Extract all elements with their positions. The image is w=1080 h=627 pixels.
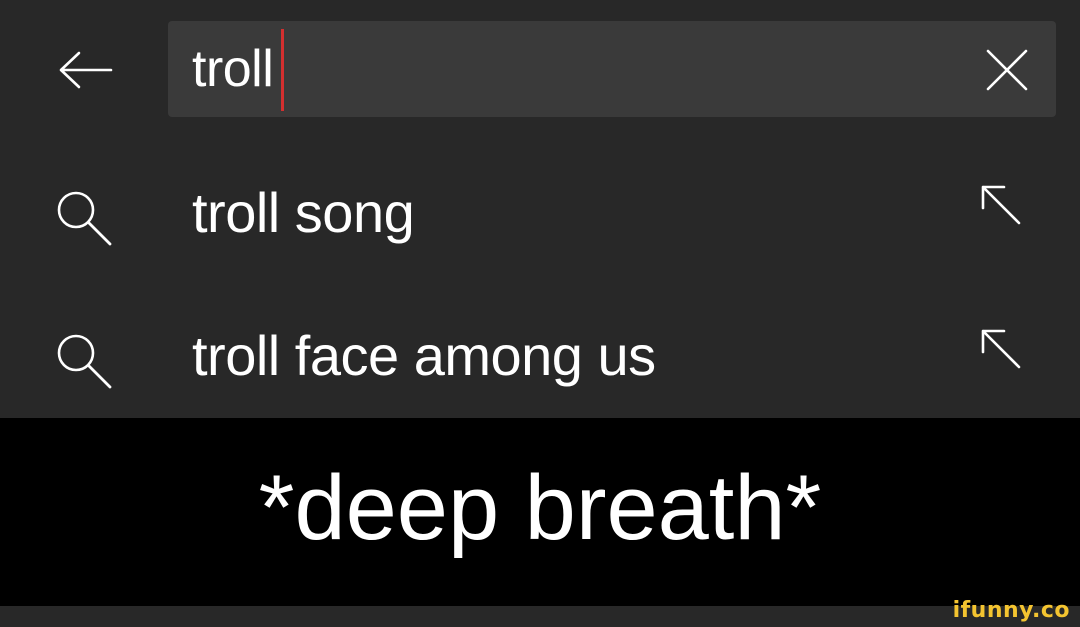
footer-bar (0, 606, 1080, 627)
meme-caption: *deep breath* (0, 418, 1080, 606)
search-icon (57, 191, 112, 246)
clear-search-button[interactable] (984, 47, 1030, 93)
arrow-up-left-icon[interactable] (980, 328, 1022, 370)
close-icon (986, 49, 1028, 91)
suggestion-label: troll face among us (192, 324, 656, 387)
suggestion-item[interactable]: troll song (0, 150, 1080, 280)
caption-text: *deep breath* (258, 456, 822, 559)
screen: troll troll song troll face among us *de… (0, 0, 1080, 627)
search-icon (57, 334, 112, 389)
back-button[interactable] (52, 40, 118, 100)
search-query[interactable]: troll (192, 29, 285, 111)
search-input[interactable]: troll (168, 21, 1056, 117)
search-panel: troll troll song troll face among us (0, 0, 1080, 418)
arrow-left-icon (59, 51, 113, 89)
suggestion-item[interactable]: troll face among us (0, 293, 1080, 423)
arrow-up-left-icon[interactable] (980, 184, 1022, 226)
suggestion-label: troll song (192, 181, 415, 244)
watermark-logo: ifunny.co (952, 598, 1070, 623)
search-query-text: troll (192, 40, 274, 98)
text-caret (281, 29, 285, 111)
